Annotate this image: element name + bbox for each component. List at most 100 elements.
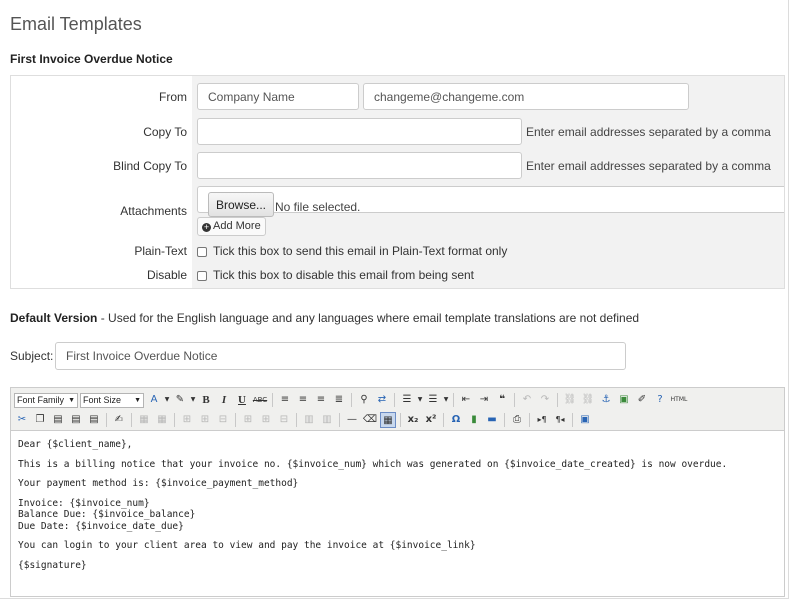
- horizontal-rule-icon[interactable]: —: [344, 412, 360, 428]
- page-title: Email Templates: [10, 14, 142, 34]
- font-size-select[interactable]: Font Size ▼: [80, 392, 144, 408]
- text-color-icon[interactable]: A: [146, 392, 162, 408]
- disable-row: Disable Tick this box to disable this em…: [11, 264, 784, 288]
- plain-text-label: Plain-Text: [134, 244, 187, 258]
- add-more-button[interactable]: + Add More: [197, 217, 266, 236]
- body-line: [18, 552, 727, 560]
- image-icon[interactable]: ▣: [616, 392, 632, 408]
- insert-row-before-icon[interactable]: ⊞: [179, 412, 195, 428]
- paste-text-icon[interactable]: ▤: [68, 412, 84, 428]
- chevron-down-icon[interactable]: ▼: [190, 392, 196, 408]
- from-email-input[interactable]: changeme@changeme.com: [363, 83, 689, 110]
- redo-icon[interactable]: ↷: [537, 392, 553, 408]
- special-char-icon[interactable]: Ω: [448, 412, 464, 428]
- cleanup-icon[interactable]: ✐: [634, 392, 650, 408]
- bcc-label: Blind Copy To: [113, 159, 187, 173]
- paste-icon[interactable]: ▤: [50, 412, 66, 428]
- rtl-icon[interactable]: ¶◂: [552, 412, 568, 428]
- insert-col-before-icon[interactable]: ⊞: [240, 412, 256, 428]
- cut-icon[interactable]: ✂: [14, 412, 30, 428]
- help-icon[interactable]: ?: [652, 392, 668, 408]
- anchor-icon[interactable]: ⚓: [598, 392, 614, 408]
- undo-icon[interactable]: ↶: [519, 392, 535, 408]
- merge-cells-icon[interactable]: ▥: [319, 412, 335, 428]
- copy-to-label: Copy To: [143, 125, 187, 139]
- copy-to-hint: Enter email addresses separated by a com…: [526, 125, 771, 139]
- from-label: From: [159, 90, 187, 104]
- subject-input[interactable]: First Invoice Overdue Notice: [55, 342, 626, 370]
- find-icon[interactable]: ⚲: [356, 392, 372, 408]
- body-line: This is a billing notice that your invoi…: [18, 458, 728, 470]
- split-cells-icon[interactable]: ▥: [301, 412, 317, 428]
- bcc-input[interactable]: [197, 152, 522, 179]
- strikethrough-icon[interactable]: ABC: [252, 392, 268, 408]
- table-cell-props-icon[interactable]: ▦: [154, 412, 170, 428]
- table-row-props-icon[interactable]: ▦: [136, 412, 152, 428]
- attachments-row: Attachments Browse... No file selected. …: [11, 182, 784, 240]
- insert-row-after-icon[interactable]: ⊞: [197, 412, 213, 428]
- outdent-icon[interactable]: ⇤: [458, 392, 474, 408]
- font-family-select[interactable]: Font Family ▼: [14, 392, 78, 408]
- print-icon[interactable]: ⎙: [509, 412, 525, 428]
- body-line: [18, 470, 727, 478]
- align-center-icon[interactable]: ≡: [295, 392, 311, 408]
- body-line: Balance Due: {$invoice_balance}: [18, 509, 196, 520]
- edit-css-icon[interactable]: ✍: [111, 412, 127, 428]
- numbered-list-icon[interactable]: ☰: [425, 392, 441, 408]
- replace-icon[interactable]: ⇄: [374, 392, 390, 408]
- unlink-icon[interactable]: ⛓: [580, 392, 596, 408]
- default-version-title: Default Version: [10, 311, 98, 325]
- disable-checkbox[interactable]: [197, 271, 207, 281]
- indent-icon[interactable]: ⇥: [476, 392, 492, 408]
- toolbar-row-1: Font Family ▼ Font Size ▼ A ▼ ✎ ▼ B I U AB…: [14, 391, 688, 409]
- body-line: [18, 490, 727, 498]
- align-right-icon[interactable]: ≡: [313, 392, 329, 408]
- from-name-input[interactable]: Company Name: [197, 83, 359, 110]
- subject-label: Subject:: [10, 349, 54, 363]
- table-icon[interactable]: ▦: [380, 412, 396, 428]
- italic-icon[interactable]: I: [216, 392, 232, 408]
- copy-to-input[interactable]: [197, 118, 522, 145]
- body-line: {$signature}: [18, 559, 87, 571]
- attachments-label: Attachments: [120, 204, 187, 218]
- plain-text-desc: Tick this box to send this email in Plai…: [213, 244, 508, 258]
- from-row: From Company Name changeme@changeme.com: [11, 76, 784, 114]
- remove-format-icon[interactable]: ⌫: [362, 412, 378, 428]
- horizontal-line-icon[interactable]: ▬: [484, 412, 500, 428]
- html-source-icon[interactable]: HTML: [670, 392, 688, 408]
- blockquote-icon[interactable]: ❝: [494, 392, 510, 408]
- chevron-down-icon: ▼: [134, 396, 141, 404]
- chevron-down-icon[interactable]: ▼: [164, 392, 170, 408]
- add-more-label: Add More: [213, 220, 261, 232]
- align-left-icon[interactable]: ≡: [277, 392, 293, 408]
- chevron-down-icon[interactable]: ▼: [417, 392, 423, 408]
- body-line: [18, 451, 727, 459]
- ltr-icon[interactable]: ▸¶: [534, 412, 550, 428]
- bold-icon[interactable]: B: [198, 392, 214, 408]
- body-line: Invoice: {$invoice_num}: [18, 497, 150, 509]
- editor-content[interactable]: Dear {$client_name}, This is a billing n…: [18, 439, 727, 571]
- align-justify-icon[interactable]: ≣: [331, 392, 347, 408]
- underline-icon[interactable]: U: [234, 392, 250, 408]
- link-icon[interactable]: ⛓: [562, 392, 578, 408]
- plain-text-checkbox[interactable]: [197, 247, 207, 257]
- chevron-down-icon[interactable]: ▼: [443, 392, 449, 408]
- delete-row-icon[interactable]: ⊟: [215, 412, 231, 428]
- default-version-desc: - Used for the English language and any …: [97, 311, 640, 325]
- paste-word-icon[interactable]: ▤: [86, 412, 102, 428]
- browse-button[interactable]: Browse...: [208, 192, 275, 217]
- body-line: Dear {$client_name},: [18, 439, 133, 450]
- body-line: Your payment method is: {$invoice_paymen…: [18, 478, 299, 489]
- template-name: First Invoice Overdue Notice: [10, 52, 173, 66]
- superscript-icon[interactable]: x²: [423, 412, 439, 428]
- fullscreen-icon[interactable]: ▣: [577, 412, 593, 428]
- media-icon[interactable]: ▮: [466, 412, 482, 428]
- email-body-editor: Font Family ▼ Font Size ▼ A ▼ ✎ ▼ B I U AB…: [10, 387, 785, 597]
- subscript-icon[interactable]: x₂: [405, 412, 421, 428]
- insert-col-after-icon[interactable]: ⊞: [258, 412, 274, 428]
- copy-icon[interactable]: ❐: [32, 412, 48, 428]
- bullet-list-icon[interactable]: ☰: [399, 392, 415, 408]
- highlight-color-icon[interactable]: ✎: [172, 392, 188, 408]
- no-file-text: No file selected.: [275, 200, 361, 214]
- delete-col-icon[interactable]: ⊟: [276, 412, 292, 428]
